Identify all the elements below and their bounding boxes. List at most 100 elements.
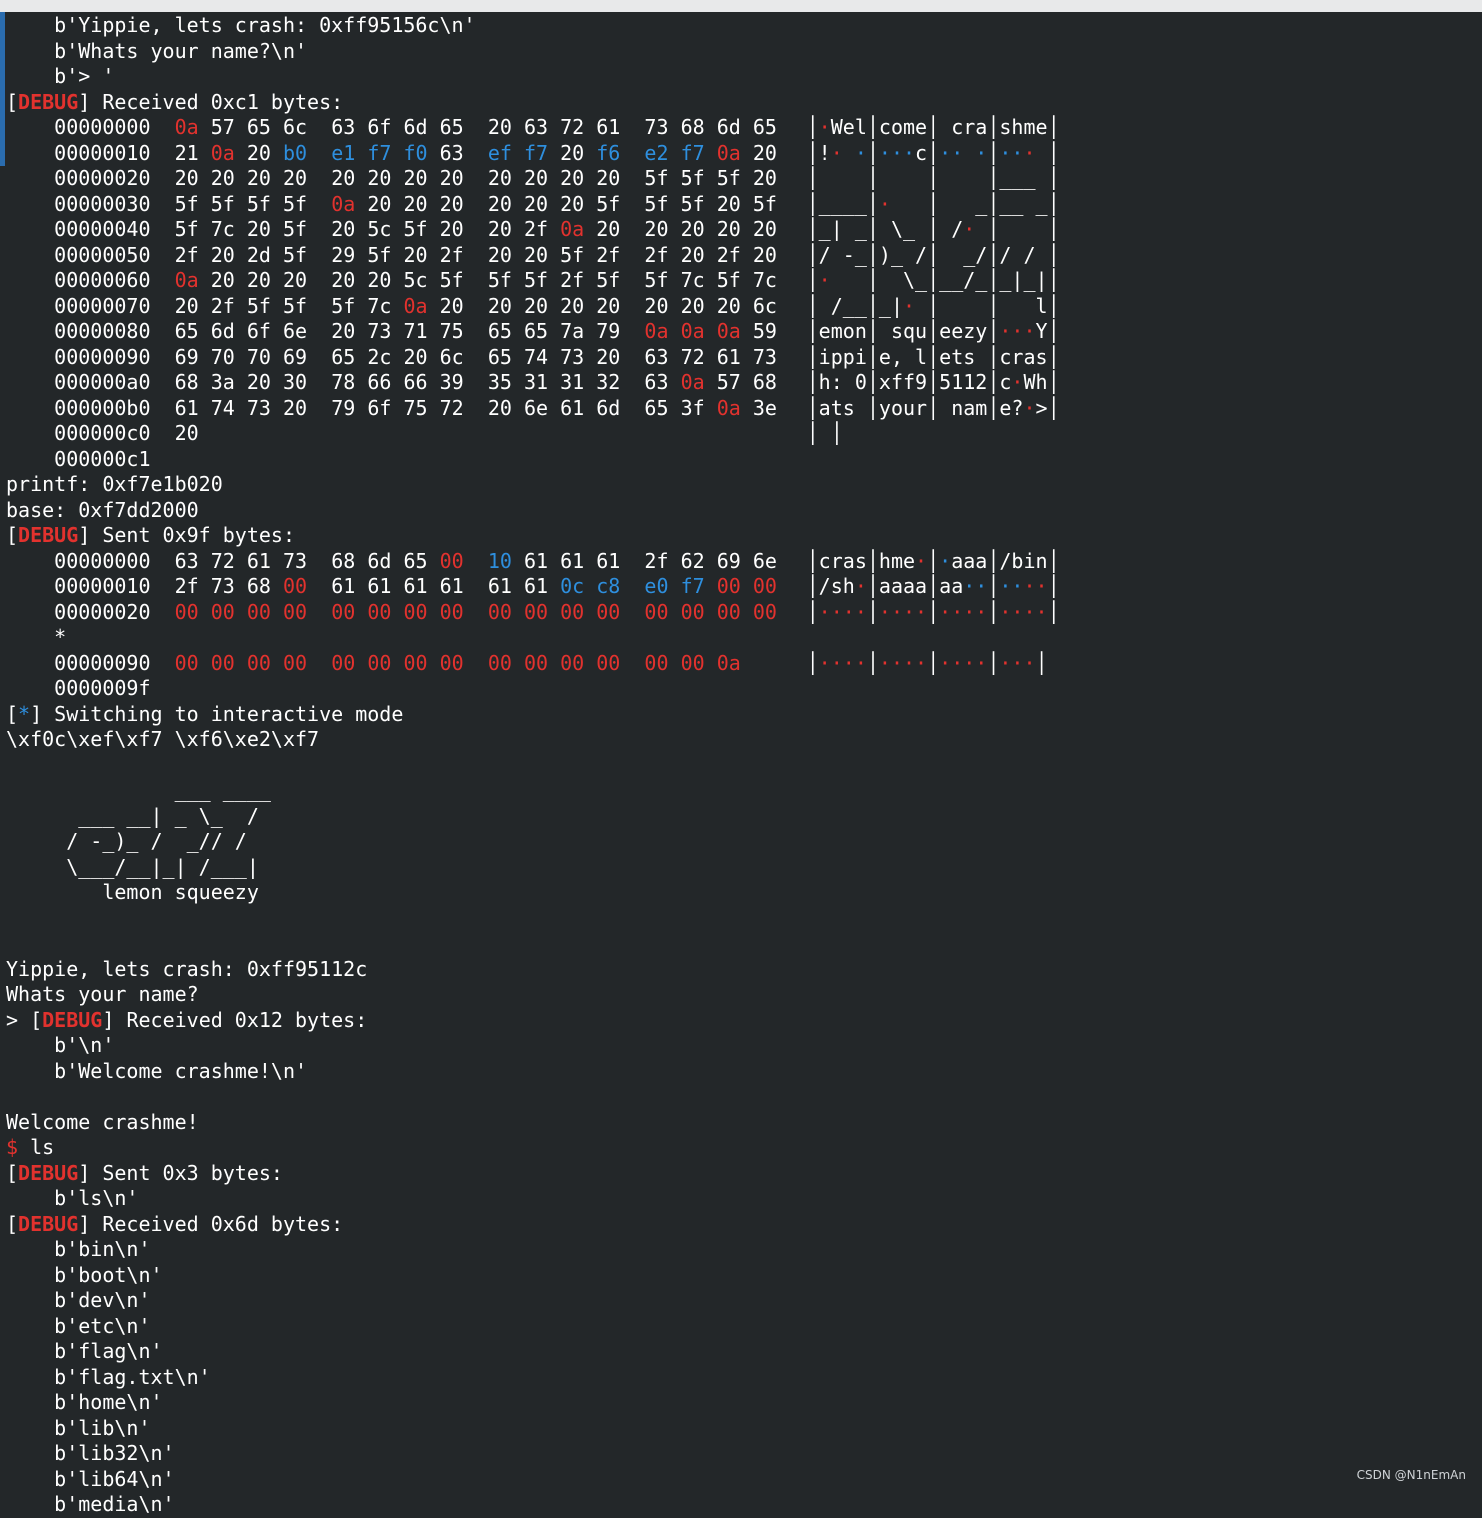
sep <box>199 268 211 292</box>
gutter-bar: │ <box>927 319 940 343</box>
ascii-char: a <box>842 548 855 573</box>
ascii-char: · <box>951 140 964 165</box>
hex-byte: 65 <box>644 395 669 420</box>
hex-byte: 5f <box>680 166 705 190</box>
hex-byte: 61 <box>596 115 621 139</box>
sep <box>428 115 440 139</box>
ascii-char: · <box>999 650 1012 675</box>
sep <box>235 651 247 675</box>
ascii-char <box>879 166 891 190</box>
hex-byte: 20 <box>523 293 549 318</box>
sep <box>428 192 440 216</box>
ascii-char: f <box>890 370 903 394</box>
ascii-group: ···· <box>939 651 987 675</box>
hex-byte: 20 <box>680 217 705 241</box>
sep <box>271 396 283 420</box>
hex-byte: 00 <box>403 650 428 675</box>
gutter-bar: │ <box>927 370 940 394</box>
hex-byte: 10 <box>487 548 512 573</box>
ascii-char <box>855 268 867 292</box>
hex-byte: 20 <box>283 395 308 420</box>
sep <box>464 141 488 165</box>
hexdump-repeat-marker: * <box>54 625 67 649</box>
hex-byte: 59 <box>752 319 777 343</box>
sep <box>464 370 488 394</box>
hex-byte: 00 <box>523 599 549 624</box>
hex-byte: 31 <box>560 370 585 394</box>
ascii-group: e, l <box>879 345 927 369</box>
gutter-bar: │ <box>927 166 940 190</box>
ascii-char: i <box>854 344 867 369</box>
sep <box>741 217 753 241</box>
hexdump-offset: 00000030 <box>54 191 151 216</box>
sep <box>584 243 596 267</box>
sep <box>428 345 440 369</box>
bracket: [ <box>30 1007 43 1032</box>
hex-byte: 31 <box>523 370 549 394</box>
ascii-char: h <box>878 548 891 573</box>
sep <box>620 243 644 267</box>
hex-byte: 20 <box>596 166 621 190</box>
gutter-bar: │ <box>1047 217 1060 241</box>
hex-byte: 5f <box>367 242 392 267</box>
sep <box>271 217 283 241</box>
sep <box>355 141 367 165</box>
shell-command-line[interactable]: $ ls <box>6 1135 1482 1161</box>
line-text: b'media\n' <box>6 1492 175 1516</box>
hex-byte: 0a <box>716 319 741 343</box>
ascii-char: 1 <box>951 370 964 394</box>
hex-byte: 20 <box>439 166 464 190</box>
ascii-char: u <box>915 319 928 343</box>
ascii-char: y <box>975 319 988 343</box>
hex-byte: 61 <box>523 574 549 598</box>
hex-byte: 20 <box>283 268 308 292</box>
sep <box>620 574 644 598</box>
ascii-group: hme· <box>879 549 927 573</box>
hex-byte: 7c <box>210 217 235 241</box>
hex-byte: 00 <box>644 650 669 675</box>
hex-byte: 00 <box>210 599 235 624</box>
sep <box>199 396 211 420</box>
ascii-char: _ <box>1023 166 1036 190</box>
shell-prompt: $ <box>6 1135 19 1159</box>
hex-byte: 65 <box>487 319 512 343</box>
hex-byte: 5f <box>283 242 308 267</box>
hexdump-row: 00000020 20 20 20 20 20 20 20 20 20 20 2… <box>6 166 1482 192</box>
line-text: / -_)_ / _// / <box>6 829 247 853</box>
hex-byte: 61 <box>716 344 741 369</box>
ascii-char: m <box>1023 115 1036 139</box>
hex-byte: 6c <box>752 293 777 318</box>
hexdump-row: 00000090 69 70 70 69 65 2c 20 6c 65 74 7… <box>6 345 1482 371</box>
ascii-char: a <box>963 395 976 420</box>
gutter-bar: │ <box>987 166 1000 190</box>
sep <box>548 268 560 292</box>
sep <box>548 574 560 598</box>
ascii-char: _ <box>975 268 988 292</box>
sep <box>464 319 488 343</box>
bracket: [ <box>6 523 19 547</box>
sep <box>512 115 524 139</box>
hex-byte: 20 <box>680 242 705 267</box>
sep <box>391 141 403 165</box>
hex-byte: 5f <box>560 242 585 267</box>
sep <box>235 115 247 139</box>
ascii-char: _ <box>999 166 1012 190</box>
terminal-output[interactable]: b'Yippie, lets crash: 0xff95156c\n' b'Wh… <box>6 13 1482 1518</box>
gutter-bar: │ <box>806 191 819 216</box>
sep <box>428 370 440 394</box>
sep <box>584 574 596 598</box>
ascii-char: · <box>830 650 843 675</box>
sep <box>391 294 403 318</box>
sep <box>584 217 596 241</box>
ascii-char: / <box>830 293 843 318</box>
hex-byte: 74 <box>523 344 549 369</box>
sep <box>548 192 560 216</box>
ascii-group: ···· <box>879 651 927 675</box>
sep <box>464 396 488 420</box>
sep <box>151 370 175 394</box>
gutter-bar: │ <box>1035 650 1048 675</box>
ascii-char <box>951 243 963 267</box>
sep <box>235 396 247 420</box>
ascii-group: ···· <box>999 600 1047 624</box>
